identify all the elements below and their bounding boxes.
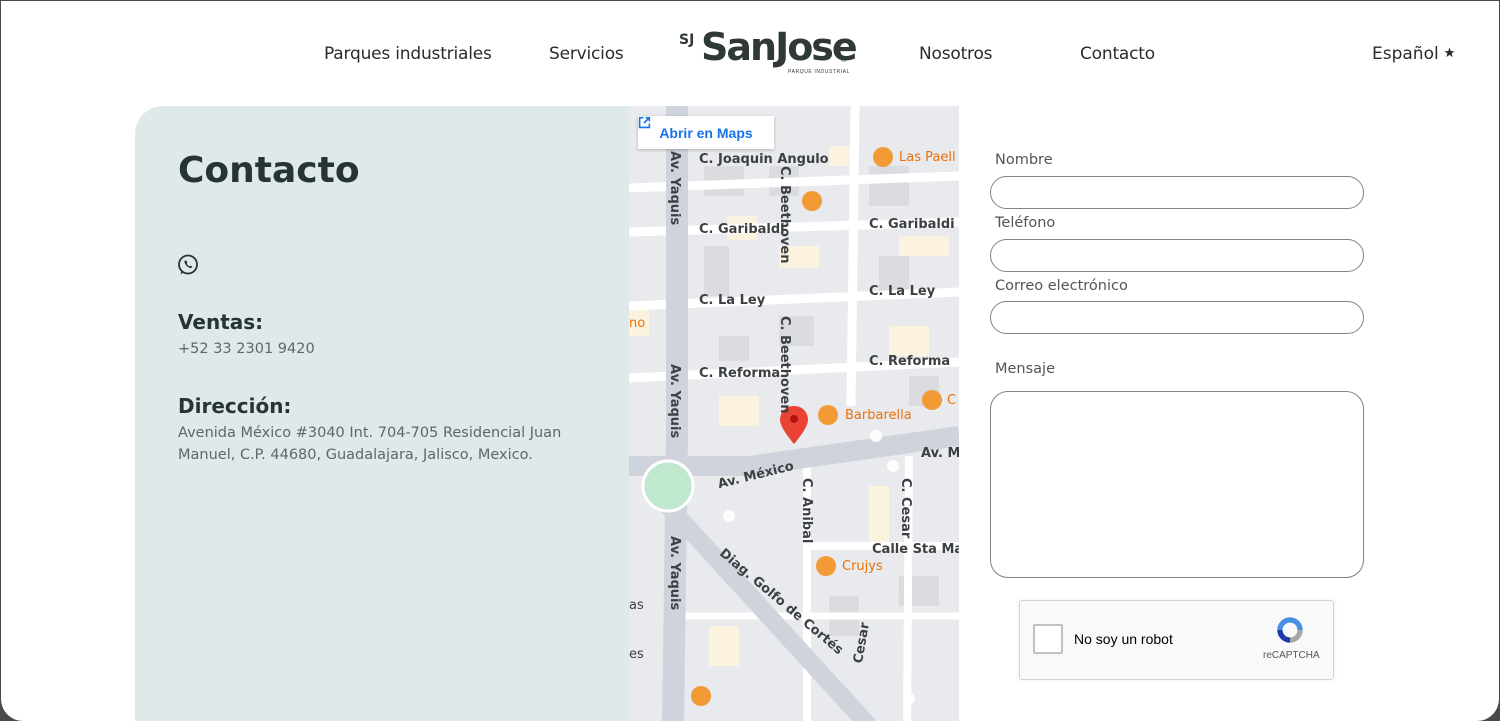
address-line-1: Avenida México #3040 Int. 704-705 Reside… (178, 425, 562, 441)
page: Parques industriales Servicios SJ SanJos… (1, 1, 1499, 721)
sales-label: Ventas: (178, 310, 264, 334)
map-street-mexico-right: Av. M (921, 446, 959, 461)
star-icon (1444, 47, 1455, 58)
recaptcha-brand: reCAPTCHA (1263, 650, 1320, 661)
external-link-icon (638, 116, 651, 129)
map-street-reforma-right: C. Reforma (869, 354, 951, 369)
nav-nosotros[interactable]: Nosotros (919, 44, 993, 64)
contact-card: Contacto Ventas: +52 33 2301 9420 Direcc… (135, 106, 959, 721)
map-poi-las-paell[interactable]: Las Paell (899, 150, 956, 165)
logo-name: SanJose (701, 25, 858, 69)
map-street-yaquis-2: Av. Yaquis (667, 364, 682, 439)
address-line-2: Manuel, C.P. 44680, Guadalajara, Jalisco… (178, 447, 533, 463)
logo-initials: SJ (679, 32, 695, 48)
map-partial-as: as (629, 598, 644, 613)
open-in-maps-label: Abrir en Maps (659, 124, 753, 141)
map-street-sta-ma: Calle Sta Ma (872, 542, 959, 557)
map-poi-barbarella[interactable]: Barbarella (845, 408, 912, 423)
language-label: Español (1372, 44, 1439, 64)
email-label: Correo electrónico (995, 278, 1128, 294)
open-in-maps-button[interactable]: Abrir en Maps (638, 116, 774, 149)
map-street-garibaldi-left: C. Garibaldi (699, 222, 785, 237)
map-partial-es: es (629, 647, 644, 662)
map-partial-no: no (629, 316, 646, 331)
phone-label: Teléfono (995, 215, 1056, 231)
map-street-joaquin: C. Joaquin Angulo (699, 152, 829, 167)
name-label: Nombre (995, 152, 1053, 168)
language-selector[interactable]: Español (1372, 44, 1455, 64)
nav-parques[interactable]: Parques industriales (324, 44, 492, 64)
recaptcha-label: No soy un robot (1074, 631, 1173, 647)
map-street-laley-right: C. La Ley (869, 284, 936, 299)
map-embed[interactable]: Abrir en Maps C. Joaquin Angulo C. Beeth… (629, 106, 959, 721)
recaptcha-checkbox[interactable] (1033, 624, 1063, 654)
map-street-reforma-left: C. Reforma (699, 366, 781, 381)
map-street-beethoven-2: C. Beethoven (777, 316, 792, 414)
map-street-yaquis-3: Av. Yaquis (667, 536, 682, 611)
site-logo[interactable]: SJ SanJose PARQUE INDUSTRIAL ® (677, 25, 867, 77)
nav-contacto[interactable]: Contacto (1080, 44, 1155, 64)
map-street-garibaldi-right: C. Garibaldi (869, 217, 955, 232)
whatsapp-icon[interactable] (176, 253, 200, 277)
nav-servicios[interactable]: Servicios (549, 44, 624, 64)
map-street-beethoven: C. Beethoven (777, 166, 792, 264)
map-poi-crujys[interactable]: Crujys (842, 559, 883, 574)
logo-registered: ® (841, 57, 847, 64)
sales-phone[interactable]: +52 33 2301 9420 (178, 338, 315, 360)
address-label: Dirección: (178, 394, 292, 418)
logo-subtitle: PARQUE INDUSTRIAL (788, 69, 851, 75)
email-input[interactable] (990, 301, 1364, 334)
map-street-laley-left: C. La Ley (699, 293, 766, 308)
message-textarea[interactable] (990, 391, 1364, 578)
recaptcha-logo-icon (1277, 617, 1303, 643)
map-street-anibal: C. Anibal (799, 478, 814, 544)
recaptcha-widget: No soy un robot reCAPTCHA (1019, 600, 1334, 680)
phone-input[interactable] (990, 239, 1364, 272)
map-street-yaquis-1: Av. Yaquis (667, 151, 682, 226)
contact-title: Contacto (178, 150, 360, 191)
map-poi-c-partial[interactable]: C (947, 393, 956, 408)
name-input[interactable] (990, 176, 1364, 209)
map-street-cesar: C. Cesar (898, 478, 913, 539)
message-label: Mensaje (995, 361, 1056, 377)
